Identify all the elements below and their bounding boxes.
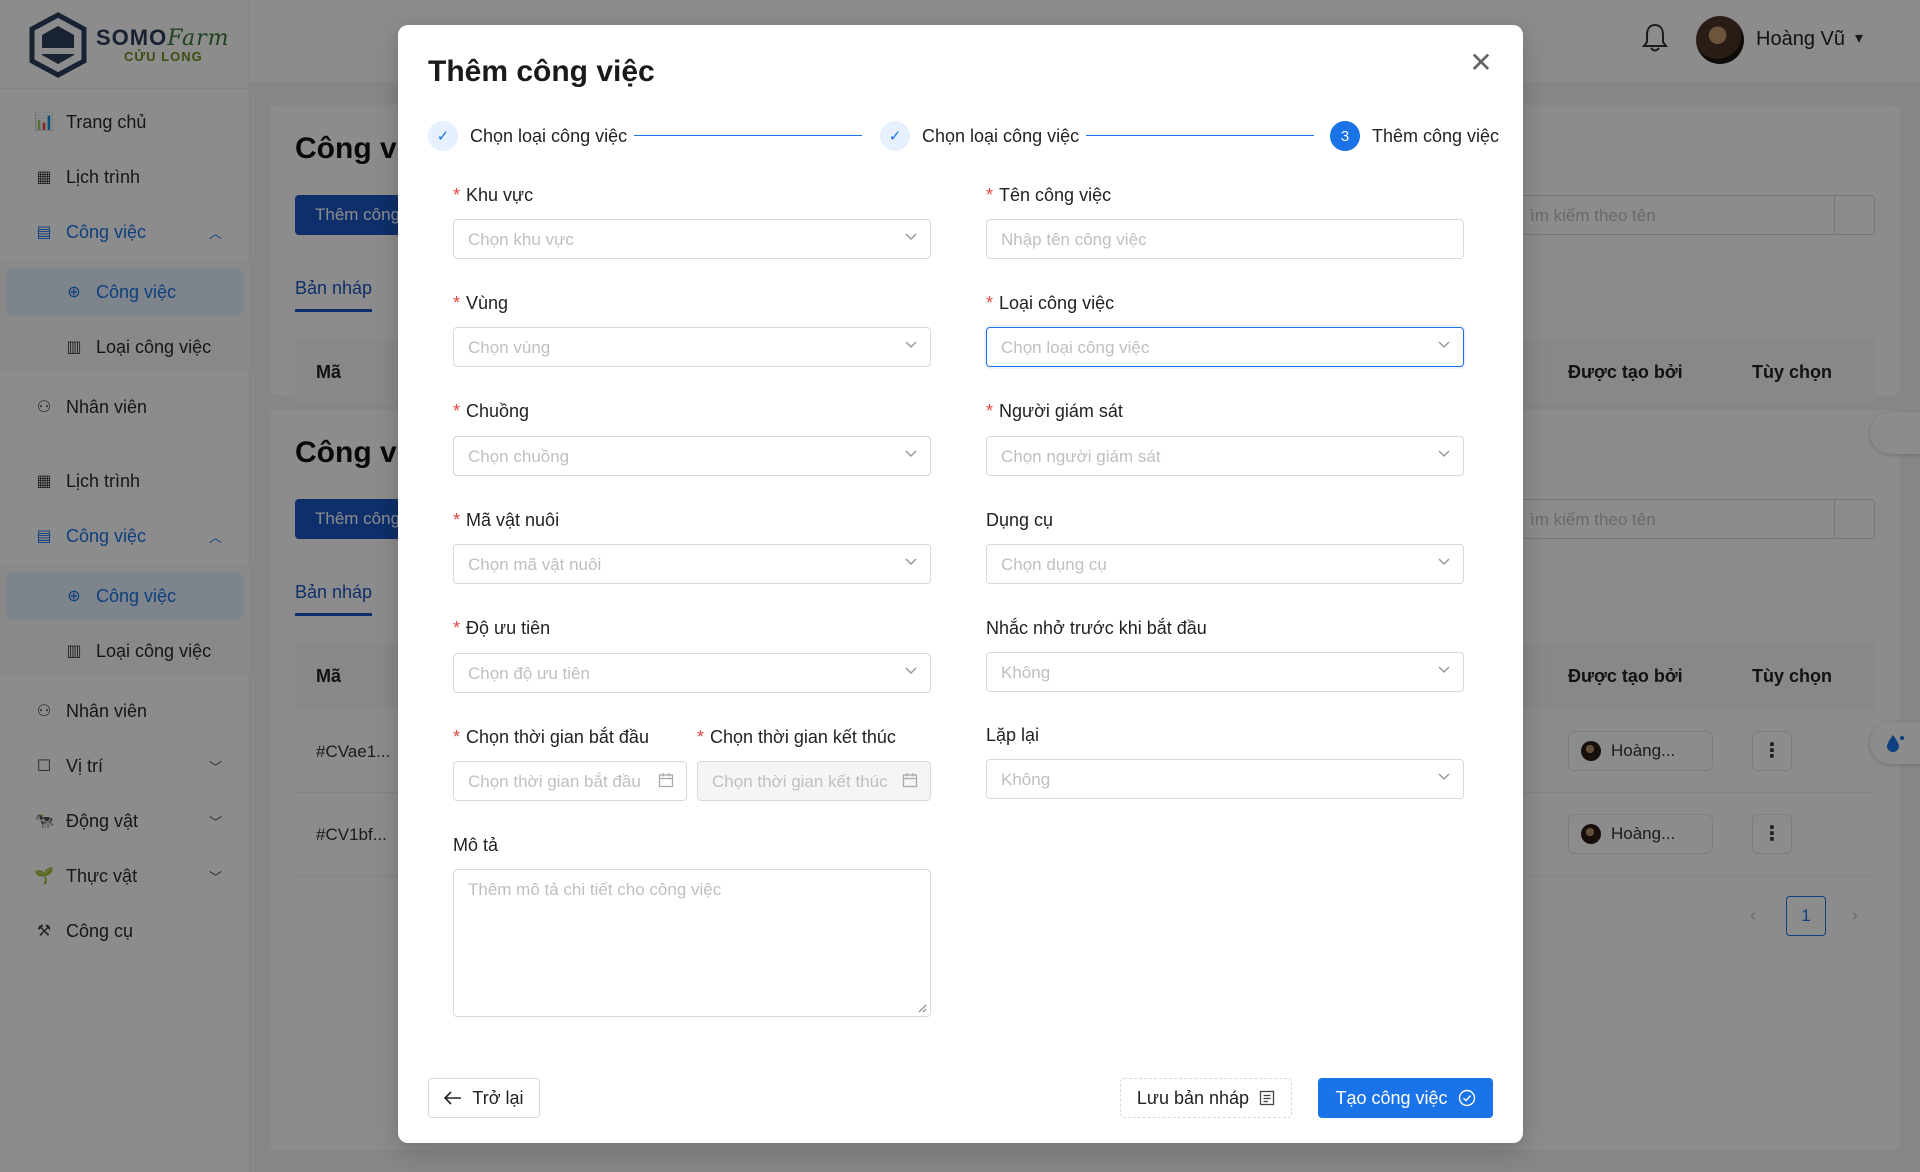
task-type-placeholder: Chọn loại công việc [1001,338,1150,357]
close-icon[interactable]: ✕ [1465,47,1497,79]
step-1: ✓ Chọn loại công việc [428,120,627,152]
calendar-icon [658,772,674,788]
arrow-left-icon [444,1091,462,1105]
task-name-placeholder: Nhập tên công việc [1001,230,1147,249]
chevron-down-icon [1438,341,1450,349]
add-task-modal: Thêm công việc ✕ ✓ Chọn loại công việc ✓… [398,25,1523,1143]
end-time-placeholder: Chọn thời gian kết thúc [712,772,888,791]
note-icon [1259,1090,1275,1106]
step-3: 3 Thêm công việc [1330,120,1499,152]
task-name-input[interactable]: Nhập tên công việc [986,219,1464,259]
calendar-icon [902,772,918,788]
save-draft-label: Lưu bản nháp [1136,1087,1250,1108]
priority-placeholder: Chọn độ ưu tiên [468,664,590,683]
step-number: 3 [1330,121,1360,151]
task-name-label: * Tên công việc [986,185,1112,205]
animal-code-placeholder: Chọn mã vật nuôi [468,555,602,574]
chevron-down-icon [1438,450,1450,458]
description-label: Mô tả [453,835,499,855]
area-label: * Khu vực [453,185,534,205]
zone-select[interactable]: Chọn vùng [453,327,931,367]
chevron-down-icon [1438,666,1450,674]
resize-handle-icon[interactable] [917,1003,927,1013]
start-time-picker[interactable]: Chọn thời gian bắt đầu [453,761,687,801]
chevron-down-icon [905,450,917,458]
chevron-down-icon [905,558,917,566]
area-placeholder: Chọn khu vực [468,230,574,249]
modal-title: Thêm công việc [428,55,655,88]
chevron-down-icon [1438,773,1450,781]
back-button[interactable]: Trở lại [428,1078,540,1118]
priority-label: * Độ ưu tiên [453,618,551,638]
repeat-value: Không [1001,770,1051,789]
supervisor-label: * Người giám sát [986,401,1123,421]
zone-placeholder: Chọn vùng [468,338,551,357]
check-icon: ✓ [428,121,458,151]
chevron-down-icon [905,233,917,241]
zone-label: * Vùng [453,293,509,313]
area-select[interactable]: Chọn khu vực [453,219,931,259]
barn-label: * Chuồng [453,401,530,421]
step-label: Chọn loại công việc [470,125,628,146]
chevron-down-icon [905,341,917,349]
back-button-label: Trở lại [472,1087,524,1108]
tools-placeholder: Chọn dụng cụ [1001,555,1107,574]
supervisor-select[interactable]: Chọn người giám sát [986,436,1464,476]
start-time-placeholder: Chọn thời gian bắt đầu [468,772,641,791]
chevron-down-icon [1438,558,1450,566]
create-task-button[interactable]: Tạo công việc [1318,1078,1493,1118]
barn-placeholder: Chọn chuồng [468,447,570,466]
supervisor-placeholder: Chọn người giám sát [1001,447,1161,466]
step-label: Chọn loại công việc [922,125,1080,146]
start-time-label: * Chọn thời gian bắt đầu [453,727,649,747]
step-connector [634,135,862,136]
check-circle-icon [1458,1089,1475,1107]
save-draft-button[interactable]: Lưu bản nháp [1120,1078,1292,1118]
reminder-select[interactable]: Không [986,652,1464,692]
step-connector [1086,135,1314,136]
create-task-label: Tạo công việc [1335,1087,1448,1108]
tools-label: Dụng cụ [986,510,1054,530]
animal-code-label: * Mã vật nuôi [453,510,560,530]
repeat-select[interactable]: Không [986,759,1464,799]
end-time-picker[interactable]: Chọn thời gian kết thúc [697,761,931,801]
animal-code-select[interactable]: Chọn mã vật nuôi [453,544,931,584]
check-icon: ✓ [880,121,910,151]
step-2: ✓ Chọn loại công việc [880,120,1079,152]
reminder-value: Không [1001,663,1051,682]
tools-select[interactable]: Chọn dụng cụ [986,544,1464,584]
description-textarea[interactable]: Thêm mô tả chi tiết cho công việc [453,869,931,1017]
end-time-label: * Chọn thời gian kết thúc [697,727,896,747]
barn-select[interactable]: Chọn chuồng [453,436,931,476]
reminder-label: Nhắc nhở trước khi bắt đầu [986,618,1207,638]
task-type-select[interactable]: Chọn loại công việc [986,327,1464,367]
description-placeholder: Thêm mô tả chi tiết cho công việc [468,880,722,899]
step-label: Thêm công việc [1372,125,1500,146]
repeat-label: Lặp lại [986,725,1040,745]
chevron-down-icon [905,667,917,675]
task-type-label: * Loại công việc [986,293,1115,313]
priority-select[interactable]: Chọn độ ưu tiên [453,653,931,693]
